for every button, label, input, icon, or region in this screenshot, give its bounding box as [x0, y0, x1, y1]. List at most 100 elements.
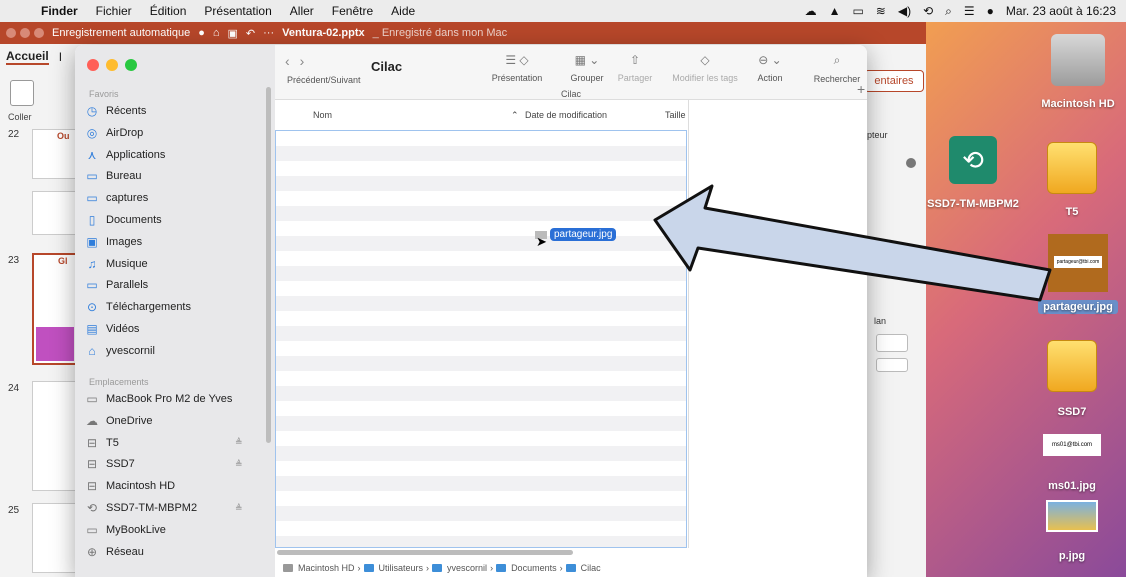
column-name[interactable]: Nom: [313, 110, 332, 120]
path-separator-icon: ›: [559, 563, 563, 573]
ppt-window-controls[interactable]: [6, 28, 44, 38]
file-list[interactable]: [275, 130, 687, 548]
path-segment[interactable]: Macintosh HD: [298, 563, 355, 573]
tab-insertion[interactable]: I: [59, 50, 62, 64]
column-date[interactable]: Date de modification: [525, 110, 607, 120]
menu-aller[interactable]: Aller: [281, 4, 323, 18]
action-button[interactable]: ⊖ ⌄ Action: [749, 53, 791, 83]
sidebar-item[interactable]: ▣ Images: [85, 232, 265, 252]
more-icon[interactable]: ···: [263, 27, 274, 39]
share-button[interactable]: ⇧ Partager: [609, 53, 661, 83]
sidebar-item[interactable]: ▭ MyBookLive: [85, 520, 265, 540]
desktop-icon-macintosh-hd[interactable]: Macintosh HD: [1030, 34, 1126, 110]
close-icon[interactable]: [906, 158, 916, 168]
minimize-button[interactable]: [106, 59, 118, 71]
horizontal-scrollbar[interactable]: [277, 550, 573, 555]
desktop-icon-ssd7-tm[interactable]: ⟲ SSD7-TM-MBPM2: [918, 136, 1028, 210]
slide-thumbnail[interactable]: [32, 381, 78, 491]
desktop-icon-ssd7[interactable]: SSD7: [1040, 340, 1104, 418]
menu-finder[interactable]: Finder: [32, 4, 87, 18]
drive-status-icon[interactable]: ▲: [829, 4, 841, 18]
control-center-icon[interactable]: ☰: [964, 4, 975, 18]
desktop-icon-t5[interactable]: T5: [1040, 142, 1104, 218]
sidebar-item[interactable]: ♫ Musique: [85, 254, 265, 274]
sidebar-item[interactable]: ▭ MacBook Pro M2 de Yves: [85, 389, 265, 409]
path-segment[interactable]: Cilac: [581, 563, 601, 573]
close-button[interactable]: [87, 59, 99, 71]
ppt-dropdown[interactable]: [876, 334, 908, 352]
sort-chevron-icon[interactable]: ⌃: [511, 110, 519, 121]
volume-icon[interactable]: ◀): [898, 4, 911, 18]
view-button[interactable]: ☰ ◇ Présentation: [487, 53, 547, 83]
sidebar-item[interactable]: ⊟ Macintosh HD: [85, 476, 265, 496]
applications-icon: ⋏: [87, 147, 97, 162]
spotlight-icon[interactable]: ⌕: [945, 4, 952, 19]
column-size[interactable]: Taille: [665, 110, 686, 120]
ppt-stepper[interactable]: [876, 358, 908, 372]
eject-icon[interactable]: ≜: [235, 459, 243, 470]
menu-presentation[interactable]: Présentation: [195, 4, 280, 18]
sidebar-item[interactable]: ▭ Parallels: [85, 275, 265, 295]
sidebar-item[interactable]: ⌂ yvescornil: [85, 341, 265, 361]
slide-title: Ou: [57, 131, 70, 141]
slide-thumbnail-selected[interactable]: Gl: [32, 253, 78, 365]
battery-icon[interactable]: ▭: [852, 4, 863, 18]
sidebar-item[interactable]: ▭ captures: [85, 188, 265, 208]
sidebar-item[interactable]: ⟲ SSD7-TM-MBPM2 ≜: [85, 498, 265, 518]
slide-thumbnail[interactable]: Ou: [32, 129, 78, 179]
siri-icon[interactable]: ●: [987, 4, 994, 18]
sidebar-item[interactable]: ⊟ T5 ≜: [85, 433, 265, 453]
menubar-clock[interactable]: Mar. 23 août à 16:23: [1006, 4, 1116, 18]
action-icon: ⊖ ⌄: [758, 53, 782, 67]
home-icon[interactable]: ⌂: [213, 27, 220, 39]
comments-button[interactable]: entaires: [864, 70, 924, 92]
menu-fenetre[interactable]: Fenêtre: [323, 4, 382, 18]
menu-aide[interactable]: Aide: [382, 4, 424, 18]
sidebar-item-label: captures: [106, 192, 149, 205]
sidebar-item[interactable]: ◷ Récents: [85, 101, 265, 121]
eject-icon[interactable]: ≜: [235, 503, 243, 514]
save-icon[interactable]: ▣: [228, 27, 238, 40]
slide-title: Gl: [58, 256, 68, 266]
dragged-file[interactable]: partageur.jpg: [535, 228, 617, 241]
sidebar-item[interactable]: ☁ OneDrive: [85, 411, 265, 431]
sidebar-item[interactable]: ▯ Documents: [85, 210, 265, 230]
desktop-icon-p[interactable]: p.jpg: [1040, 500, 1104, 562]
finder-content: Nom ⌃ Date de modification Taille Macint…: [275, 100, 867, 577]
paste-icon[interactable]: [10, 80, 34, 106]
wifi-icon[interactable]: ≋: [876, 4, 886, 18]
timemachine-menu-icon[interactable]: ⟲: [923, 4, 933, 18]
sidebar-item[interactable]: ⊟ SSD7 ≜: [85, 454, 265, 474]
sidebar-item[interactable]: ⊙ Téléchargements: [85, 297, 265, 317]
zoom-button[interactable]: [125, 59, 137, 71]
sidebar-item[interactable]: ▤ Vidéos: [85, 319, 265, 339]
sidebar-item[interactable]: ◎ AirDrop: [85, 123, 265, 143]
sidebar-item[interactable]: ⋏ Applications: [85, 145, 265, 165]
creative-cloud-icon[interactable]: ☁: [805, 4, 817, 18]
path-segment[interactable]: Documents: [511, 563, 557, 573]
list-row: [276, 401, 686, 416]
slide-thumbnail[interactable]: [32, 191, 78, 235]
search-button[interactable]: ⌕ Rechercher: [809, 53, 865, 84]
ppt-ribbon-tabs: Accueil I: [0, 44, 62, 70]
sidebar-scrollbar[interactable]: [266, 87, 271, 443]
autosave-toggle[interactable]: ●: [198, 27, 205, 39]
path-segment[interactable]: yvescornil: [447, 563, 487, 573]
sidebar-item-label: Vidéos: [106, 323, 140, 335]
sidebar-item[interactable]: ▭ Bureau: [85, 166, 265, 186]
undo-icon[interactable]: ↶: [246, 27, 255, 40]
hard-drive-icon: [1051, 34, 1105, 86]
menu-edition[interactable]: Édition: [141, 4, 196, 18]
sidebar-item[interactable]: ⊕ Réseau: [85, 542, 265, 562]
desktop-icon-ms01[interactable]: ms01@tbi.com ms01.jpg: [1036, 434, 1108, 492]
tags-button[interactable]: ◇ Modifier les tags: [665, 53, 745, 83]
clock-icon: ◷: [86, 104, 98, 118]
desktop-icon-partageur[interactable]: partageur@tbi.com partageur.jpg: [1038, 234, 1118, 314]
slide-thumbnail[interactable]: [32, 503, 78, 573]
tab-accueil[interactable]: Accueil: [6, 49, 49, 65]
path-segment[interactable]: Utilisateurs: [379, 563, 424, 573]
back-forward-buttons[interactable]: ‹›: [285, 53, 314, 69]
group-button[interactable]: ▦ ⌄ Grouper: [557, 53, 617, 83]
eject-icon[interactable]: ≜: [235, 437, 243, 448]
menu-fichier[interactable]: Fichier: [87, 4, 141, 18]
